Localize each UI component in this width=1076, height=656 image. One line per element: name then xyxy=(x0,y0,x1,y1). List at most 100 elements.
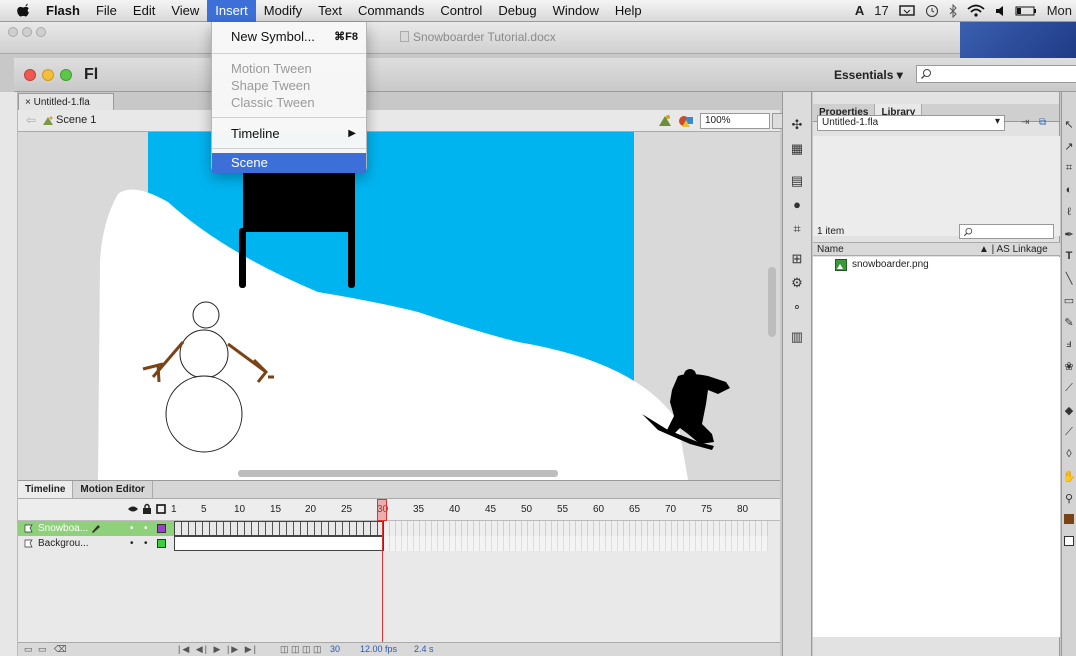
hand-tool-icon[interactable]: ✋ xyxy=(1062,470,1076,492)
layer-name-background[interactable]: Backgrou... xyxy=(38,538,89,549)
adobe-status-icon[interactable]: A xyxy=(855,3,864,18)
document-tab[interactable]: × Untitled-1.fla xyxy=(18,93,114,111)
free-transform-tool-icon[interactable]: ⌗ xyxy=(1062,162,1076,184)
pen-tool-icon[interactable]: ✒ xyxy=(1062,228,1076,250)
apple-icon[interactable] xyxy=(16,3,30,19)
layer-frames-snowboarder[interactable] xyxy=(174,521,768,536)
current-frame[interactable]: 30 xyxy=(330,644,340,654)
pin-library-icon[interactable]: ⇥ xyxy=(1021,117,1029,128)
back-arrow-icon[interactable]: ⇦ xyxy=(26,113,36,127)
menu-flash[interactable]: Flash xyxy=(38,0,88,22)
zoom-button[interactable] xyxy=(60,69,72,81)
rectangle-tool-icon[interactable]: ▭ xyxy=(1062,294,1076,316)
bone-tool-icon[interactable]: ⟋ xyxy=(1062,382,1076,404)
library-document-select[interactable]: Untitled-1.fla ▾ xyxy=(817,115,1005,131)
pencil-tool-icon[interactable]: ✎ xyxy=(1062,316,1076,338)
subselection-tool-icon[interactable]: ↗ xyxy=(1062,140,1076,162)
layer-name-cell[interactable]: Backgrou... • • xyxy=(18,536,174,551)
display-icon[interactable] xyxy=(898,4,915,17)
stage-pasteboard[interactable] xyxy=(18,132,780,480)
fill-color-swatch[interactable] xyxy=(1062,536,1076,558)
zoom-input[interactable]: 100% xyxy=(700,113,770,129)
lock-dot[interactable]: • xyxy=(144,536,148,551)
selection-tool-icon[interactable]: ↖ xyxy=(1062,118,1076,140)
menu-item-scene[interactable]: Scene xyxy=(212,153,366,173)
new-library-panel-icon[interactable]: ⧉ xyxy=(1039,117,1046,128)
outline-icon[interactable] xyxy=(156,504,166,514)
delete-layer-icon[interactable]: ⌫ xyxy=(54,644,67,655)
scene-label[interactable]: Scene 1 xyxy=(56,114,96,126)
zoom-tool-icon[interactable]: ⚲ xyxy=(1062,492,1076,514)
info-icon[interactable]: ● xyxy=(789,198,805,212)
visibility-dot[interactable]: • xyxy=(130,536,134,551)
time-machine-icon[interactable] xyxy=(925,4,939,18)
layer-color-swatch[interactable] xyxy=(157,524,166,533)
layer-color-swatch[interactable] xyxy=(157,539,166,548)
column-name[interactable]: Name xyxy=(817,244,844,255)
layer-row-background[interactable]: Backgrou... • • xyxy=(18,536,780,551)
frame-rate[interactable]: 12.00 fps xyxy=(360,644,397,654)
menu-file[interactable]: File xyxy=(88,0,125,22)
horizontal-scrollbar[interactable] xyxy=(238,470,558,477)
edit-symbols-icon[interactable] xyxy=(678,113,694,129)
menu-insert[interactable]: Insert xyxy=(207,0,256,22)
library-search-input[interactable] xyxy=(959,224,1054,239)
frame-span[interactable] xyxy=(174,536,384,551)
stage-canvas[interactable] xyxy=(18,132,780,480)
edit-scene-icon[interactable] xyxy=(658,114,672,128)
menu-help[interactable]: Help xyxy=(607,0,650,22)
lock-dot[interactable]: • xyxy=(144,521,148,536)
menu-view[interactable]: View xyxy=(163,0,207,22)
transform-icon[interactable]: ⌗ xyxy=(789,222,805,236)
minimize-button[interactable] xyxy=(42,69,54,81)
layer-row-snowboarder[interactable]: Snowboa... • • xyxy=(18,521,780,536)
new-folder-icon[interactable]: ▭ xyxy=(38,644,47,655)
stroke-color-swatch[interactable] xyxy=(1062,514,1076,536)
lock-icon[interactable] xyxy=(142,503,152,514)
eye-icon[interactable] xyxy=(127,504,139,514)
frame-span[interactable] xyxy=(174,521,384,536)
bluetooth-icon[interactable] xyxy=(949,3,957,18)
eyedropper-tool-icon[interactable]: ⟋ xyxy=(1062,426,1076,448)
menu-debug[interactable]: Debug xyxy=(490,0,544,22)
motion-presets-icon[interactable]: ✣ xyxy=(789,118,805,132)
align-icon[interactable]: ▤ xyxy=(789,174,805,188)
deco-tool-icon[interactable]: ❀ xyxy=(1062,360,1076,382)
paint-bucket-tool-icon[interactable]: ◆ xyxy=(1062,404,1076,426)
brush-tool-icon[interactable]: ⅎ xyxy=(1062,338,1076,360)
lasso-tool-icon[interactable]: ℓ xyxy=(1062,206,1076,228)
volume-icon[interactable] xyxy=(995,5,1005,17)
onion-skin-icons[interactable]: ◫ ◫ ◫ ◫ xyxy=(280,644,322,655)
code-snippets-icon[interactable]: ⚙ xyxy=(789,276,805,290)
menu-window[interactable]: Window xyxy=(545,0,607,22)
text-tool-icon[interactable]: T xyxy=(1062,250,1076,272)
menu-control[interactable]: Control xyxy=(432,0,490,22)
wifi-icon[interactable] xyxy=(967,4,985,18)
new-layer-icon[interactable]: ▭ xyxy=(24,644,33,655)
layer-name-cell[interactable]: Snowboa... • • xyxy=(18,521,174,536)
swatches-icon[interactable]: ▦ xyxy=(789,142,805,156)
visibility-dot[interactable]: • xyxy=(130,521,134,536)
eraser-tool-icon[interactable]: ◊ xyxy=(1062,448,1076,470)
menu-modify[interactable]: Modify xyxy=(256,0,310,22)
workspace-switcher[interactable]: Essentials ▾ xyxy=(834,68,903,82)
line-tool-icon[interactable]: ╲ xyxy=(1062,272,1076,294)
menu-item-timeline[interactable]: Timeline ▶ xyxy=(212,124,366,144)
motion-icon[interactable]: ∘ xyxy=(789,300,805,314)
clock[interactable]: Mon xyxy=(1047,3,1072,18)
components-icon[interactable]: ⊞ xyxy=(789,252,805,266)
menu-text[interactable]: Text xyxy=(310,0,350,22)
help-search-input[interactable] xyxy=(916,65,1076,83)
menu-item-new-symbol[interactable]: New Symbol... ⌘F8 xyxy=(212,27,366,47)
vertical-scrollbar[interactable] xyxy=(768,267,776,337)
layer-frames-background[interactable] xyxy=(174,536,768,551)
menu-commands[interactable]: Commands xyxy=(350,0,432,22)
library-item[interactable]: snowboarder.png xyxy=(813,257,1060,273)
tab-motion-editor[interactable]: Motion Editor xyxy=(73,481,153,498)
3d-rotation-tool-icon[interactable]: ◐ xyxy=(1062,184,1076,206)
menu-edit[interactable]: Edit xyxy=(125,0,163,22)
layer-name-snowboarder[interactable]: Snowboa... xyxy=(38,523,88,534)
playhead-marker[interactable] xyxy=(377,499,387,521)
close-button[interactable] xyxy=(24,69,36,81)
frame-ruler[interactable] xyxy=(174,499,768,521)
